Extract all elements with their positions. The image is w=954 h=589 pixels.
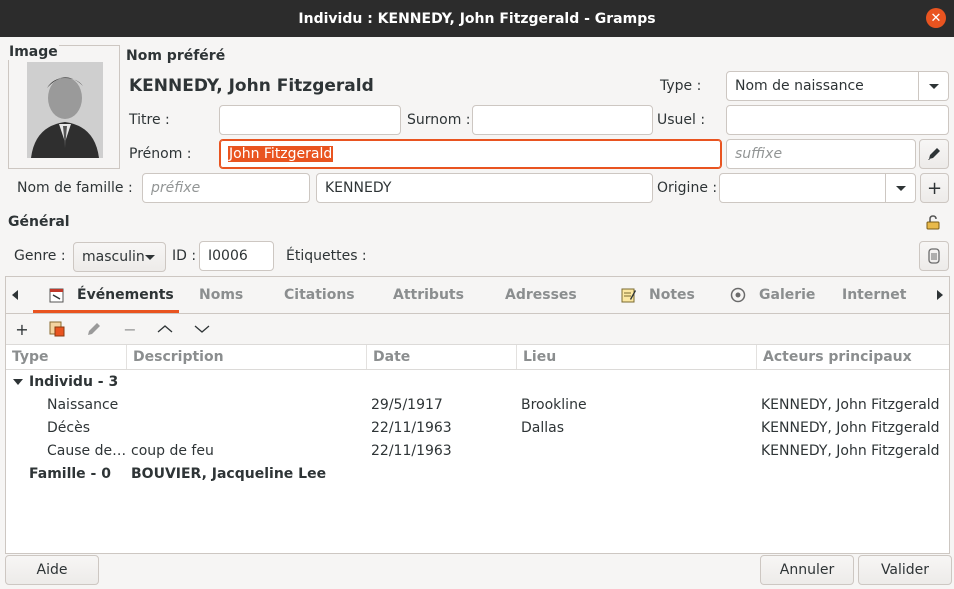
nickname-label: Surnom :	[407, 112, 471, 128]
edit-tags-button[interactable]	[919, 241, 949, 271]
event-place: Dallas	[521, 420, 565, 436]
nickname-field[interactable]	[472, 105, 653, 135]
tab-adresses[interactable]: Adresses	[505, 277, 577, 313]
surname-label: Nom de famille :	[17, 180, 133, 196]
surname-field[interactable]: KENNEDY	[316, 173, 653, 203]
chevron-down-icon[interactable]	[918, 72, 948, 100]
expander-down-icon[interactable]	[13, 379, 23, 385]
events-icon	[49, 288, 64, 303]
chevron-down-icon[interactable]	[885, 174, 915, 202]
event-type: Cause de…	[47, 443, 127, 459]
title-label: Titre :	[129, 112, 170, 128]
person-photo-frame[interactable]	[8, 45, 120, 169]
origin-combo[interactable]	[719, 173, 916, 203]
call-name-label: Usuel :	[657, 112, 706, 128]
id-label: ID :	[172, 248, 197, 264]
tab-attributs[interactable]: Attributs	[393, 277, 464, 313]
column-header-type[interactable]: Type	[6, 345, 126, 369]
origin-label: Origine :	[657, 180, 718, 196]
share-existing-icon[interactable]	[49, 321, 65, 337]
preferred-name-heading: Nom préféré	[126, 48, 226, 64]
event-place: Brookline	[521, 397, 587, 413]
window-title: Individu : KENNEDY, John Fitzgerald - Gr…	[298, 10, 656, 27]
event-actors: KENNEDY, John Fitzgerald	[761, 397, 940, 413]
name-type-value: Nom de naissance	[735, 78, 864, 94]
add-surname-button[interactable]: +	[920, 173, 949, 203]
given-name-field[interactable]: John Fitzgerald	[219, 139, 722, 169]
edit-icon[interactable]	[86, 321, 102, 337]
table-row[interactable]: Cause de… coup de feu 22/11/1963 KENNEDY…	[6, 440, 949, 463]
pencil-icon	[928, 148, 940, 160]
tab-bar: Événements Noms Citations Attributs Adre…	[5, 276, 950, 314]
given-name-value: John Fitzgerald	[228, 146, 334, 162]
id-field[interactable]: I0006	[199, 241, 274, 271]
notes-icon	[621, 288, 636, 303]
family-spouse: BOUVIER, Jacqueline Lee	[131, 466, 327, 482]
tag-icon	[928, 248, 940, 264]
events-panel: + − Type Description Date Lieu Acteurs p…	[5, 313, 950, 554]
event-actors: KENNEDY, John Fitzgerald	[761, 443, 940, 459]
name-type-label: Type :	[660, 78, 702, 94]
gender-combo[interactable]: masculin	[73, 242, 166, 272]
event-actors: KENNEDY, John Fitzgerald	[761, 420, 940, 436]
tab-scroll-left-icon[interactable]	[12, 290, 18, 300]
ok-button[interactable]: Valider	[858, 555, 952, 585]
group-label-individual: Individu - 3	[29, 374, 119, 390]
event-description: coup de feu	[131, 443, 214, 459]
table-row[interactable]: Naissance 29/5/1917 Brookline KENNEDY, J…	[6, 394, 949, 417]
tab-noms[interactable]: Noms	[199, 277, 243, 313]
general-heading: Général	[8, 214, 70, 230]
move-up-icon[interactable]	[156, 323, 174, 335]
plus-icon: +	[926, 177, 943, 199]
group-label-family: Famille - 0	[29, 466, 111, 482]
column-header-main-actors[interactable]: Acteurs principaux	[756, 345, 949, 369]
gallery-icon	[730, 287, 746, 303]
gender-value: masculin	[82, 249, 145, 265]
move-down-icon[interactable]	[193, 323, 211, 335]
window-titlebar: Individu : KENNEDY, John Fitzgerald - Gr…	[0, 0, 954, 37]
gender-label: Genre :	[14, 248, 66, 264]
event-type: Décès	[47, 420, 90, 436]
call-name-field[interactable]	[726, 105, 949, 135]
given-name-label: Prénom :	[129, 146, 192, 162]
events-toolbar: + −	[6, 314, 949, 344]
column-header-place[interactable]: Lieu	[516, 345, 756, 369]
tab-citations[interactable]: Citations	[284, 277, 355, 313]
table-row[interactable]: Décès 22/11/1963 Dallas KENNEDY, John Fi…	[6, 417, 949, 440]
add-icon[interactable]: +	[12, 319, 32, 339]
tab-notes[interactable]: Notes	[649, 277, 695, 313]
prefix-field[interactable]: préfixe	[142, 173, 310, 203]
group-row-family[interactable]: Famille - 0 BOUVIER, Jacqueline Lee	[6, 463, 949, 486]
person-portrait-image	[27, 62, 103, 158]
tab-internet[interactable]: Internet	[842, 277, 906, 313]
edit-name-button[interactable]	[919, 139, 949, 169]
event-date: 22/11/1963	[371, 420, 452, 436]
chevron-down-icon	[145, 255, 155, 260]
help-button[interactable]: Aide	[5, 555, 99, 585]
tab-scroll-right-icon[interactable]	[937, 290, 943, 300]
cancel-button[interactable]: Annuler	[760, 555, 854, 585]
tags-label: Étiquettes :	[286, 248, 367, 264]
event-date: 22/11/1963	[371, 443, 452, 459]
events-table-header: Type Description Date Lieu Acteurs princ…	[6, 344, 949, 370]
remove-icon[interactable]: −	[120, 319, 140, 339]
tab-evenements[interactable]: Événements	[77, 277, 174, 313]
image-label: Image	[8, 44, 59, 60]
event-type: Naissance	[47, 397, 119, 413]
title-field[interactable]	[219, 105, 401, 135]
suffix-field[interactable]: suffixe	[726, 139, 916, 169]
column-header-date[interactable]: Date	[366, 345, 516, 369]
event-date: 29/5/1917	[371, 397, 443, 413]
group-row-individual[interactable]: Individu - 3	[6, 372, 949, 394]
unlock-icon[interactable]	[925, 214, 943, 230]
tab-galerie[interactable]: Galerie	[759, 277, 815, 313]
column-header-description[interactable]: Description	[126, 345, 366, 369]
close-icon[interactable]: ✕	[926, 8, 946, 28]
name-type-combo[interactable]: Nom de naissance	[726, 71, 949, 101]
display-name: KENNEDY, John Fitzgerald	[129, 76, 374, 96]
